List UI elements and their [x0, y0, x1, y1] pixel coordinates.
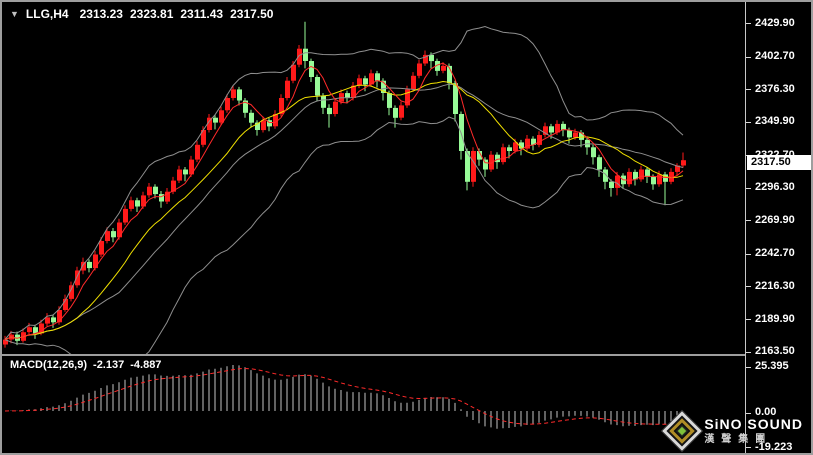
axis-tick-label: 2163.50 — [755, 345, 795, 357]
price-axis[interactable]: 2317.50 2429.902402.702376.302349.902322… — [745, 2, 813, 453]
axis-tick-mark — [746, 220, 751, 221]
axis-tick-label: 2216.30 — [755, 280, 795, 292]
axis-tick-label: 2376.30 — [755, 83, 795, 95]
candlestick-chart[interactable] — [2, 2, 745, 354]
symbol-timeframe-label: LLG,H4 — [26, 7, 69, 21]
axis-tick-mark — [746, 413, 751, 414]
ohlc-open-value: 2313.23 — [80, 7, 123, 21]
axis-tick-mark — [746, 447, 751, 448]
axis-tick-mark — [746, 352, 751, 353]
macd-pane: MACD(12,26,9) -2.137 -4.887 — [2, 356, 745, 453]
axis-tick-mark — [746, 367, 751, 368]
axis-tick-label: 0.00 — [755, 406, 776, 418]
chart-header: ▼ LLG,H4 2313.23 2323.81 2311.43 2317.50 — [10, 7, 273, 21]
axis-tick-mark — [746, 23, 751, 24]
axis-tick-mark — [746, 122, 751, 123]
ohlc-close-value: 2317.50 — [230, 7, 273, 21]
main-chart-pane: ▼ LLG,H4 2313.23 2323.81 2311.43 2317.50 — [2, 2, 745, 354]
axis-tick-label: -19.223 — [755, 441, 792, 453]
axis-tick-mark — [746, 188, 751, 189]
axis-tick-mark — [746, 254, 751, 255]
macd-signal-value: -4.887 — [130, 359, 161, 371]
ohlc-high-value: 2323.81 — [130, 7, 173, 21]
macd-name: MACD(12,26,9) — [10, 359, 87, 371]
macd-main-value: -2.137 — [93, 359, 124, 371]
macd-indicator-label: MACD(12,26,9) -2.137 -4.887 — [10, 359, 161, 371]
axis-tick-label: 2269.90 — [755, 214, 795, 226]
axis-tick-label: 2242.70 — [755, 247, 795, 259]
chart-window: ▼ LLG,H4 2313.23 2323.81 2311.43 2317.50… — [0, 0, 813, 455]
axis-tick-label: 2429.90 — [755, 17, 795, 29]
axis-tick-label: 2402.70 — [755, 50, 795, 62]
axis-tick-mark — [746, 286, 751, 287]
current-price-box: 2317.50 — [747, 155, 813, 170]
axis-tick-label: 2189.90 — [755, 313, 795, 325]
diamond-logo-icon — [663, 411, 703, 451]
axis-tick-label: 2349.90 — [755, 115, 795, 127]
symbol-dropdown-icon[interactable]: ▼ — [10, 9, 19, 19]
axis-tick-mark — [746, 89, 751, 90]
axis-tick-label: 25.395 — [755, 360, 789, 372]
axis-tick-mark — [746, 57, 751, 58]
ohlc-low-value: 2311.43 — [180, 7, 223, 21]
axis-tick-label: 2296.30 — [755, 181, 795, 193]
axis-tick-mark — [746, 319, 751, 320]
